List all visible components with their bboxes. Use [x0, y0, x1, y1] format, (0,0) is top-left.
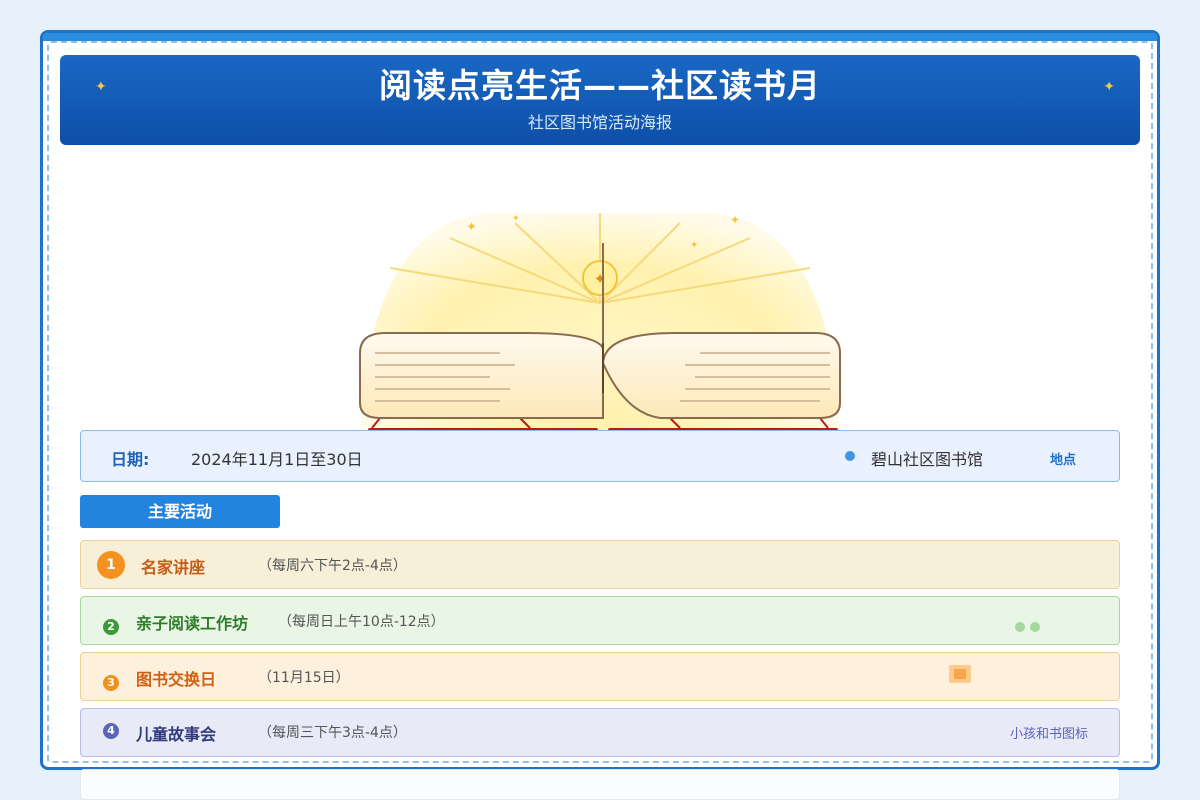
decorative-dots [1015, 617, 1045, 636]
page-title: 阅读点亮生活——社区读书月 [379, 66, 821, 105]
sparkle-icon: ✦ [594, 270, 607, 288]
header-banner: ✦ ✦ 阅读点亮生活——社区读书月 社区图书馆活动海报 [60, 55, 1140, 145]
activity-time: （11月15日） [258, 670, 350, 686]
sparkle-icon: ✦ [512, 214, 520, 224]
activity-item: 4 儿童故事会 （每周三下午3点-4点） 小孩和书图标 [80, 708, 1120, 757]
activity-name: 亲子阅读工作坊 [136, 614, 249, 633]
page-subtitle: 社区图书馆活动海报 [527, 113, 672, 132]
date-label: 日期: [111, 450, 150, 469]
book-page-right [601, 332, 841, 419]
activity-number: 3 [103, 675, 119, 691]
activity-number: 1 [97, 550, 125, 579]
book-page-left [359, 332, 604, 419]
poster: ✦ ✦ 阅读点亮生活——社区读书月 社区图书馆活动海报 ✦ ✦ ✦ ✦ ✦ 日期… [40, 30, 1160, 770]
book-sticker-icon [949, 665, 971, 683]
activity-tag: 小孩和书图标 [1010, 727, 1089, 742]
sparkle-icon: ✦ [730, 213, 740, 227]
activity-name: 名家讲座 [141, 558, 206, 577]
activity-time: （每周三下午3点-4点） [258, 725, 407, 741]
open-book-icon: ✦ ✦ ✦ ✦ ✦ [359, 213, 841, 433]
top-strip [43, 33, 1157, 41]
location-label: 地点 [1050, 453, 1077, 468]
activity-time: （每周六下午2点-4点） [258, 558, 407, 574]
activity-item: 3 图书交换日 （11月15日） [80, 652, 1120, 701]
date-value: 2024年11月1日至30日 [191, 450, 363, 469]
sparkle-icon: ✦ [690, 240, 698, 251]
activity-name: 图书交换日 [136, 670, 217, 689]
sparkle-icon: ✦ [466, 220, 477, 235]
activity-number: 2 [103, 619, 119, 635]
activity-number: 4 [103, 723, 119, 739]
activity-item: 1 名家讲座 （每周六下午2点-4点） [80, 540, 1120, 589]
location-dot-icon [845, 451, 855, 461]
location-value: 碧山社区图书馆 [871, 450, 984, 469]
section-heading: 主要活动 [80, 495, 280, 528]
activity-item: 2 亲子阅读工作坊 （每周日上午10点-12点） [80, 596, 1120, 645]
event-info-bar: 日期: 2024年11月1日至30日 碧山社区图书馆 地点 [80, 430, 1120, 482]
footer-panel [80, 769, 1120, 800]
activity-time: （每周日上午10点-12点） [278, 614, 445, 630]
activity-name: 儿童故事会 [136, 725, 217, 744]
